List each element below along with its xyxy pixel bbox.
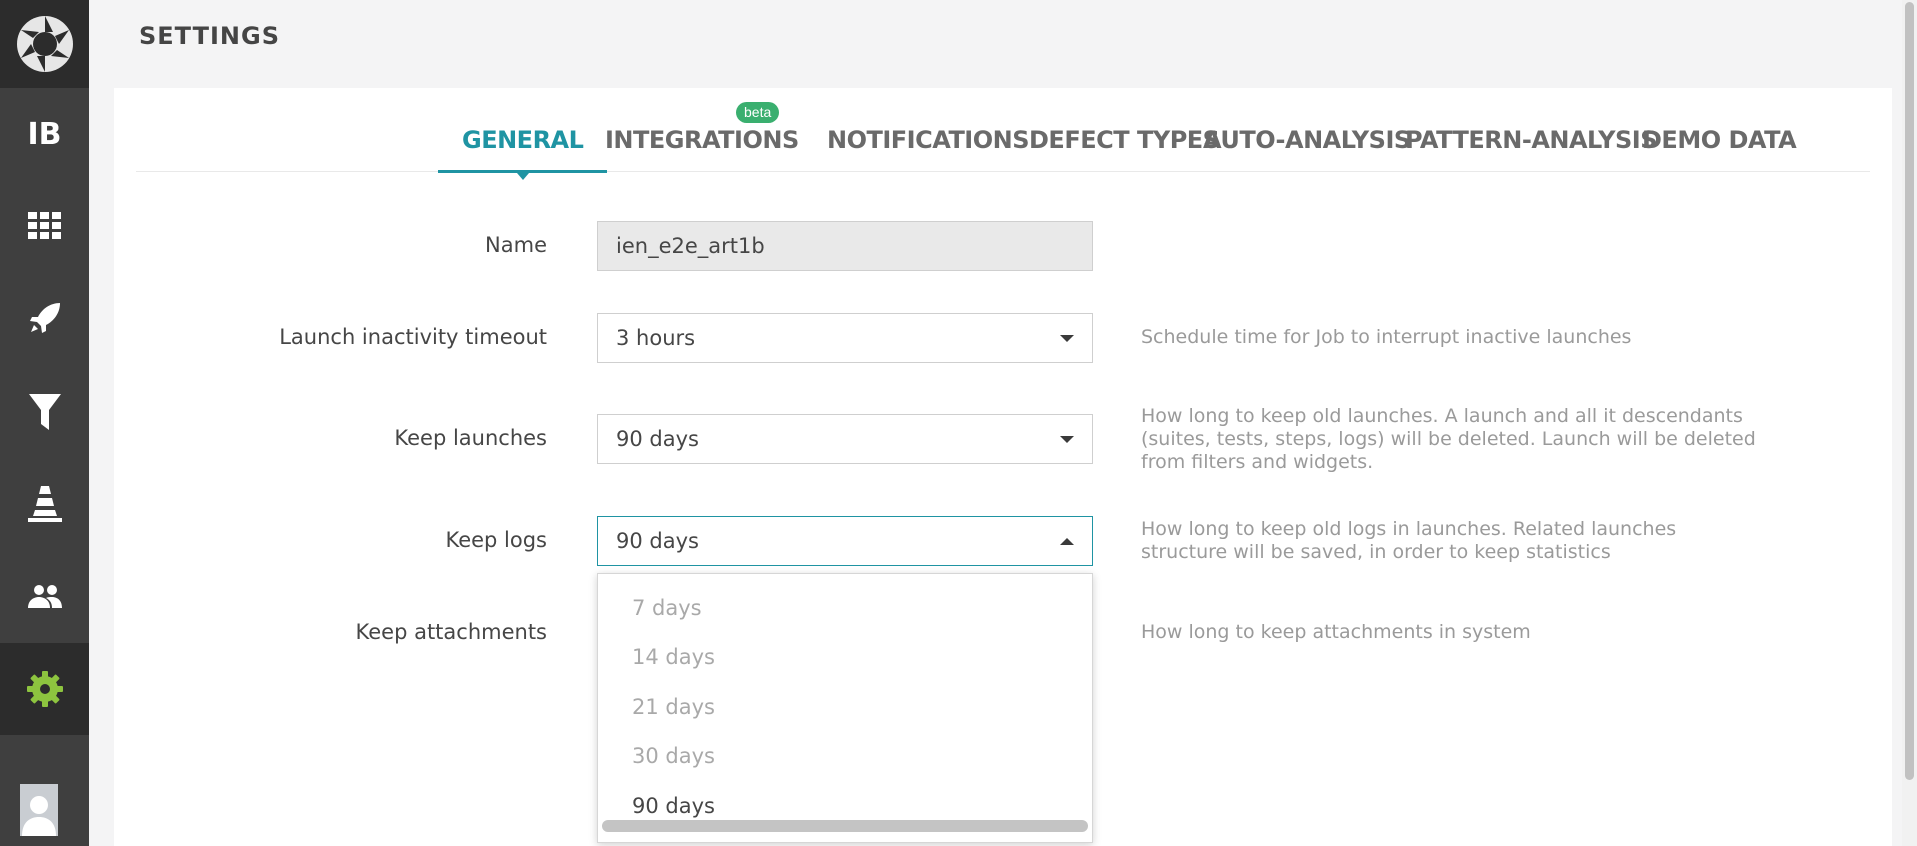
launch-timeout-hint: Schedule time for Job to interrupt inact… bbox=[1141, 326, 1632, 348]
keep-launches-value: 90 days bbox=[616, 427, 699, 451]
app-logo[interactable] bbox=[0, 0, 89, 88]
project-selector[interactable]: IB bbox=[0, 88, 89, 180]
chevron-up-icon bbox=[1060, 538, 1074, 545]
launch-timeout-select[interactable]: 3 hours bbox=[597, 313, 1093, 363]
tab-label: DEMO DATA bbox=[1642, 126, 1797, 154]
page-title: SETTINGS bbox=[139, 22, 280, 50]
dropdown-option-selected[interactable]: 90 days bbox=[632, 794, 715, 818]
sidebar-item-filters[interactable] bbox=[0, 366, 89, 458]
sidebar-item-settings[interactable] bbox=[0, 643, 89, 735]
tab-label: GENERAL bbox=[462, 126, 584, 154]
page-scrollbar[interactable] bbox=[1902, 0, 1917, 846]
page-scrollbar-thumb[interactable] bbox=[1905, 2, 1914, 780]
chevron-down-icon bbox=[1060, 436, 1074, 443]
keep-launches-label: Keep launches bbox=[394, 426, 547, 450]
sidebar: IB bbox=[0, 0, 89, 846]
keep-attachments-label: Keep attachments bbox=[355, 620, 548, 644]
keep-logs-label: Keep logs bbox=[445, 528, 547, 552]
tab-label: NOTIFICATIONS bbox=[827, 126, 1030, 154]
sidebar-item-members[interactable] bbox=[0, 550, 89, 642]
dropdown-scrollbar[interactable] bbox=[602, 820, 1088, 832]
launch-timeout-label: Launch inactivity timeout bbox=[279, 325, 547, 349]
tab-demo-data[interactable]: DEMO DATA bbox=[1618, 120, 1820, 172]
aperture-logo-icon bbox=[16, 16, 73, 72]
chevron-down-icon bbox=[1060, 335, 1074, 342]
sidebar-item-dashboard[interactable] bbox=[0, 180, 89, 272]
launch-timeout-value: 3 hours bbox=[616, 326, 696, 350]
settings-tabs: GENERAL INTEGRATIONS beta NOTIFICATIONS … bbox=[136, 88, 1870, 180]
beta-badge: beta bbox=[736, 102, 780, 123]
dropdown-option[interactable]: 7 days bbox=[632, 596, 702, 620]
keep-launches-hint: How long to keep old launches. A launch … bbox=[1141, 405, 1756, 473]
dropdown-option[interactable]: 21 days bbox=[632, 695, 715, 719]
keep-logs-value: 90 days bbox=[616, 529, 699, 553]
name-field: ien_e2e_art1b bbox=[597, 221, 1093, 271]
name-value: ien_e2e_art1b bbox=[616, 234, 765, 258]
user-silhouette-icon bbox=[22, 796, 56, 836]
sidebar-item-debug[interactable] bbox=[0, 458, 89, 550]
sidebar-item-launches[interactable] bbox=[0, 272, 89, 364]
dropdown-option[interactable]: 30 days bbox=[632, 744, 715, 768]
keep-launches-select[interactable]: 90 days bbox=[597, 414, 1093, 464]
dropdown-option[interactable]: 14 days bbox=[632, 645, 715, 669]
tab-integrations[interactable]: INTEGRATIONS bbox=[581, 120, 823, 172]
keep-logs-select[interactable]: 90 days bbox=[597, 516, 1093, 566]
tab-label: AUTO-ANALYSIS bbox=[1203, 126, 1411, 154]
keep-logs-dropdown-menu: 7 days 14 days 21 days 30 days 90 days bbox=[597, 573, 1093, 843]
name-label: Name bbox=[485, 233, 547, 257]
gear-icon bbox=[26, 671, 63, 707]
user-avatar[interactable] bbox=[20, 784, 58, 836]
traffic-cone-icon bbox=[27, 486, 62, 522]
tab-label: INTEGRATIONS bbox=[605, 126, 799, 154]
rocket-icon bbox=[29, 303, 60, 333]
dashboard-icon bbox=[27, 212, 61, 239]
project-initials: IB bbox=[27, 116, 62, 152]
keep-attachments-hint: How long to keep attachments in system bbox=[1141, 621, 1531, 643]
members-icon bbox=[27, 585, 62, 608]
filter-icon bbox=[28, 394, 61, 430]
keep-logs-hint: How long to keep old logs in launches. R… bbox=[1141, 518, 1677, 563]
